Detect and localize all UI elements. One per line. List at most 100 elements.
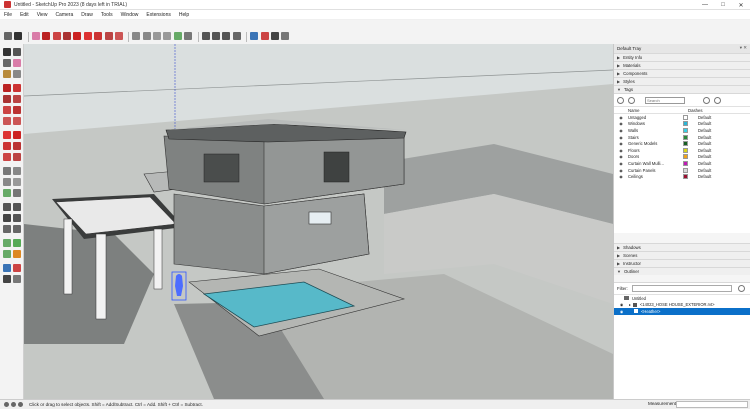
eraser-tool-icon[interactable]	[13, 59, 21, 67]
eye-icon[interactable]: ◉	[614, 135, 628, 140]
eye-icon[interactable]: ◉	[620, 309, 626, 314]
tag-name[interactable]: Windows	[628, 121, 680, 126]
zoom-window-tool-icon[interactable]	[13, 214, 21, 222]
dashes-column-header[interactable]: Dashes	[688, 108, 703, 113]
push-pull-tool-icon[interactable]	[13, 131, 21, 139]
move-tool-icon[interactable]	[3, 131, 11, 139]
tag-row[interactable]: ◉ Floors Default	[614, 147, 750, 154]
tag-name[interactable]: Generic Models	[628, 141, 680, 146]
tag-row[interactable]: ◉ Walls Default	[614, 127, 750, 134]
eye-icon[interactable]: ◉	[614, 168, 628, 173]
tag-tool-icon[interactable]	[703, 96, 710, 104]
select-icon[interactable]	[14, 32, 23, 40]
tag-dashes[interactable]: Default	[698, 121, 711, 126]
dimension-icon[interactable]	[142, 32, 151, 40]
tray-controls[interactable]: ▾ ✕	[740, 45, 747, 51]
user-icon[interactable]	[18, 402, 23, 407]
tag-color-swatch[interactable]	[683, 127, 688, 133]
menu-file[interactable]: File	[4, 12, 12, 18]
tag-dashes[interactable]: Default	[698, 168, 711, 173]
add-tag-icon[interactable]	[617, 96, 624, 104]
tag-name[interactable]: Untagged	[628, 115, 680, 120]
walk-tool-icon[interactable]	[13, 239, 21, 247]
menu-edit[interactable]: Edit	[20, 12, 29, 18]
scale-tool-icon[interactable]	[3, 153, 11, 161]
push-pull-icon[interactable]	[73, 32, 82, 40]
outliner-filter-input[interactable]	[631, 285, 732, 292]
panel-materials[interactable]: ▶ Materials	[614, 61, 750, 69]
previous-view-tool-icon[interactable]	[13, 225, 21, 233]
tag-row[interactable]: ◉ Curtain Wall Mulli... Default	[614, 160, 750, 167]
rotated-rect-tool-icon[interactable]	[13, 95, 21, 103]
extension-manager-icon[interactable]	[281, 32, 290, 40]
name-column-header[interactable]: Name	[628, 108, 688, 113]
extension-manager-tool-icon[interactable]	[13, 275, 21, 283]
text-icon[interactable]	[163, 32, 172, 40]
protractor-tool-icon[interactable]	[3, 178, 11, 186]
zoom-tool-icon[interactable]	[3, 214, 11, 222]
follow-me-tool-icon[interactable]	[13, 142, 21, 150]
outliner-item-heather[interactable]: ◉ <Heather>	[614, 308, 750, 315]
offset-icon[interactable]	[114, 32, 123, 40]
component-tool-icon[interactable]	[3, 59, 11, 67]
tag-dashes[interactable]: Default	[698, 161, 711, 166]
circle-tool-icon[interactable]	[3, 106, 11, 114]
model-viewport[interactable]	[24, 44, 613, 399]
menu-window[interactable]: Window	[121, 12, 139, 18]
orbit-icon[interactable]	[201, 32, 210, 40]
panel-styles[interactable]: ▶ Styles	[614, 77, 750, 85]
panel-entity-info[interactable]: ▶ Entity Info	[614, 53, 750, 61]
extension-warehouse-icon[interactable]	[260, 32, 269, 40]
axes-tool-icon[interactable]	[3, 189, 11, 197]
line-tool-icon[interactable]	[3, 84, 11, 92]
zoom-extents-icon[interactable]	[232, 32, 241, 40]
layout-icon[interactable]	[270, 32, 279, 40]
3d-text-tool-icon[interactable]	[13, 189, 21, 197]
offset-tool-icon[interactable]	[13, 153, 21, 161]
tag-color-swatch[interactable]	[683, 134, 688, 140]
add-folder-icon[interactable]	[628, 96, 635, 104]
tag-row[interactable]: ◉ Generic Models Default	[614, 140, 750, 147]
panel-scenes[interactable]: ▶ Scenes	[614, 251, 750, 259]
panel-outliner[interactable]: ▼ Outliner	[614, 267, 750, 275]
tag-name[interactable]: Curtain Wall Mulli...	[628, 161, 680, 166]
tape-measure-icon[interactable]	[132, 32, 141, 40]
tag-color-swatch[interactable]	[683, 114, 688, 120]
close-button[interactable]: ✕	[732, 0, 750, 10]
tag-color-swatch[interactable]	[683, 167, 688, 173]
pan-icon[interactable]	[212, 32, 221, 40]
eye-icon[interactable]: ◉	[614, 121, 628, 126]
panel-shadows[interactable]: ▶ Shadows	[614, 243, 750, 251]
panel-components[interactable]: ▶ Components	[614, 69, 750, 77]
tag-row[interactable]: ◉ Curtain Panels Default	[614, 167, 750, 174]
warehouse-tool-icon[interactable]	[3, 264, 11, 272]
extension-warehouse-tool-icon[interactable]	[13, 264, 21, 272]
eye-icon[interactable]: ◉	[614, 174, 628, 179]
tag-name[interactable]: Curtain Panels	[628, 168, 680, 173]
panel-tags[interactable]: ▼ Tags	[614, 85, 750, 93]
freehand-tool-icon[interactable]	[13, 84, 21, 92]
eye-icon[interactable]: ◉	[620, 302, 626, 307]
tag-row[interactable]: ◉ Windows Default	[614, 121, 750, 128]
tag-row[interactable]: ◉ Untagged Default	[614, 114, 750, 121]
tape-tool-icon[interactable]	[3, 167, 11, 175]
rotate-icon[interactable]	[94, 32, 103, 40]
geo-location-icon[interactable]	[4, 402, 9, 407]
outliner-options-icon[interactable]	[737, 285, 745, 292]
tag-name[interactable]: Doors	[628, 154, 680, 159]
tag-dashes[interactable]: Default	[698, 174, 711, 179]
tag-color-swatch[interactable]	[683, 141, 688, 147]
tag-name[interactable]: Floors	[628, 148, 680, 153]
lasso-tool-icon[interactable]	[13, 48, 21, 56]
axes-icon[interactable]	[173, 32, 182, 40]
3d-text-icon[interactable]	[184, 32, 193, 40]
paint-bucket-icon[interactable]	[3, 70, 11, 78]
menu-draw[interactable]: Draw	[81, 12, 93, 18]
tag-search-input[interactable]: Search	[645, 96, 685, 104]
dimension-tool-icon[interactable]	[13, 167, 21, 175]
eye-icon[interactable]: ◉	[614, 115, 628, 120]
menu-help[interactable]: Help	[179, 12, 189, 18]
text-tool-icon[interactable]	[13, 178, 21, 186]
menu-camera[interactable]: Camera	[55, 12, 73, 18]
maximize-button[interactable]: □	[714, 0, 732, 10]
